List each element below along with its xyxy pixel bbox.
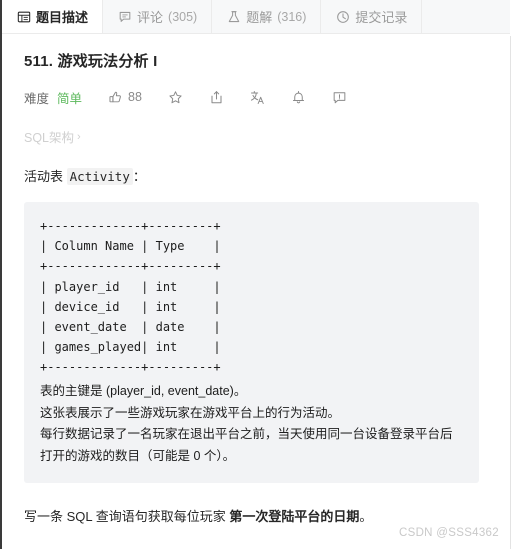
problem-content-panel: 511. 游戏玩法分析 I 难度 简单 88 SQL架构 › 活动表 Activ… (2, 34, 510, 549)
watermark: CSDN @SSS4362 (399, 527, 499, 539)
like-button[interactable]: 88 (108, 90, 142, 105)
tab-bar-filler (422, 0, 510, 33)
schema-notes: 表的主键是 (player_id, event_date)。 这张表展示了一些游… (40, 381, 463, 467)
tab-label: 提交记录 (355, 10, 408, 25)
question-suffix: 。 (359, 509, 373, 525)
comment-icon (117, 9, 132, 24)
question-statement: 写一条 SQL 查询语句获取每位玩家 第一次登陆平台的日期。 (24, 505, 510, 528)
difficulty-value[interactable]: 简单 (57, 88, 82, 107)
clock-icon (335, 9, 350, 24)
schema-note: 每行数据记录了一名玩家在退出平台之前，当天使用同一台设备登录平台后打开的游戏的数… (40, 427, 453, 463)
share-button[interactable] (209, 90, 224, 105)
thumbs-up-icon (108, 90, 123, 105)
schema-note: 这张表展示了一些游戏玩家在游戏平台上的行为活动。 (40, 405, 341, 420)
question-emphasis: 第一次登陆平台的日期 (229, 509, 360, 525)
like-count: 88 (128, 90, 142, 104)
page-title: 511. 游戏玩法分析 I (24, 53, 158, 70)
flask-icon (226, 9, 241, 24)
vertical-scrollbar[interactable] (511, 36, 524, 549)
tab-label: 题解 (246, 10, 273, 25)
favorite-button[interactable] (168, 90, 183, 105)
difficulty-label: 难度 (24, 91, 50, 106)
question-prefix: 写一条 SQL 查询语句获取每位玩家 (24, 509, 230, 525)
chevron-right-icon: › (77, 130, 81, 143)
sql-schema-label: SQL架构 (24, 131, 75, 145)
tab-bar: 题目描述 评论 (305) 题解 (316) 提交记录 (2, 0, 510, 34)
tab-description[interactable]: 题目描述 (2, 0, 104, 33)
ascii-schema-table: +-------------+---------+ | Column Name … (40, 219, 221, 375)
bell-icon (291, 90, 306, 105)
table-name-code: Activity (66, 168, 133, 185)
feedback-button[interactable] (332, 90, 347, 105)
table-intro-line: 活动表 Activity： (24, 166, 510, 188)
tab-submissions[interactable]: 提交记录 (321, 0, 423, 33)
tab-label: 评论 (137, 10, 164, 25)
table-intro-text: 活动表 (24, 169, 64, 184)
tab-comments[interactable]: 评论 (305) (103, 0, 213, 33)
table-intro-colon: ： (132, 169, 146, 184)
translate-button[interactable] (250, 90, 265, 105)
tab-count: (316) (277, 9, 307, 24)
translate-icon (250, 90, 265, 105)
feedback-icon (332, 90, 347, 105)
schema-code-block: +-------------+---------+ | Column Name … (24, 202, 479, 484)
description-icon (16, 9, 31, 24)
tab-label: 题目描述 (36, 10, 89, 25)
sql-schema-toggle[interactable]: SQL架构 › (24, 127, 510, 146)
share-icon (209, 90, 224, 105)
schema-note: 表的主键是 (player_id, event_date)。 (40, 384, 247, 399)
tab-count: (305) (168, 9, 198, 24)
star-icon (168, 90, 183, 105)
tab-solutions[interactable]: 题解 (316) (212, 0, 322, 33)
problem-meta-row: 难度 简单 88 (24, 87, 510, 107)
notification-button[interactable] (291, 90, 306, 105)
